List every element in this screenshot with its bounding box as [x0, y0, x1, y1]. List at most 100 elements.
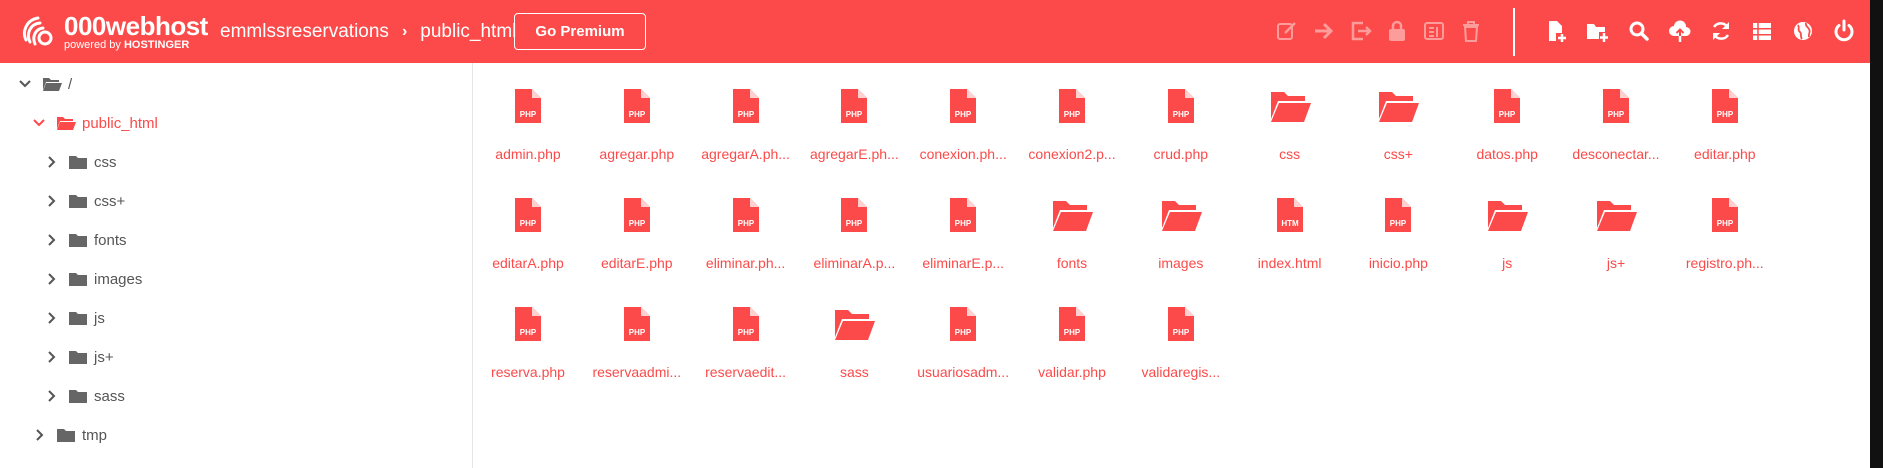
- file-item[interactable]: PHP reserva.php: [474, 281, 582, 380]
- folder-item[interactable]: sass: [800, 281, 908, 380]
- file-item[interactable]: PHP validar.php: [1018, 281, 1126, 380]
- tree-item-images[interactable]: images: [44, 266, 142, 292]
- tree-root[interactable]: /: [18, 71, 72, 97]
- chevron-right-icon[interactable]: [44, 350, 58, 364]
- upload-icon[interactable]: [1667, 18, 1693, 44]
- refresh-icon[interactable]: [1708, 18, 1734, 44]
- chevron-right-icon[interactable]: [44, 155, 58, 169]
- folder-item[interactable]: js: [1453, 172, 1561, 271]
- file-item[interactable]: PHP admin.php: [474, 63, 582, 162]
- file-item[interactable]: HTM index.html: [1236, 172, 1344, 271]
- php-file-icon: PHP: [732, 307, 759, 341]
- file-name: admin.php: [495, 146, 561, 162]
- tree-item-sass[interactable]: sass: [44, 383, 125, 409]
- tree-item-css[interactable]: css: [44, 149, 117, 175]
- chevron-right-icon[interactable]: [44, 194, 58, 208]
- file-name: conexion2.p...: [1028, 146, 1116, 162]
- file-item[interactable]: PHP eliminar.ph...: [692, 172, 800, 271]
- file-name: eliminarA.p...: [813, 255, 896, 271]
- search-icon[interactable]: [1626, 18, 1652, 44]
- chevron-right-icon[interactable]: [44, 233, 58, 247]
- archive-icon[interactable]: [1421, 18, 1447, 44]
- tree-item-public-html[interactable]: public_html: [32, 110, 158, 136]
- file-item[interactable]: PHP crud.php: [1127, 63, 1235, 162]
- folder-icon: [57, 429, 75, 442]
- chevron-right-icon[interactable]: [44, 311, 58, 325]
- file-type-badge: PHP: [1390, 219, 1407, 228]
- php-file-icon: PHP: [515, 198, 541, 232]
- file-name: js+: [1606, 255, 1626, 271]
- file-type-badge: PHP: [1499, 110, 1516, 119]
- new-folder-icon[interactable]: [1584, 18, 1610, 44]
- file-name: validaregis...: [1141, 364, 1221, 380]
- tree-item-css-plus[interactable]: css+: [44, 188, 125, 214]
- file-item[interactable]: PHP agregarA.ph...: [692, 63, 800, 162]
- file-name: crud.php: [1153, 146, 1209, 162]
- rename-icon[interactable]: [1274, 18, 1300, 44]
- file-item[interactable]: PHP eliminarE.p...: [909, 172, 1017, 271]
- breadcrumb-folder[interactable]: public_html: [420, 21, 516, 43]
- file-name: agregarE.ph...: [810, 146, 899, 162]
- tree-item-tmp[interactable]: tmp: [32, 422, 107, 448]
- chevron-down-icon[interactable]: [32, 116, 46, 130]
- tree-item-label: js+: [94, 348, 114, 366]
- file-item[interactable]: PHP desconectar...: [1562, 63, 1670, 162]
- file-type-badge: PHP: [520, 328, 537, 337]
- tree-item-label: css+: [94, 192, 126, 210]
- file-item[interactable]: PHP validaregis...: [1127, 281, 1235, 380]
- file-item[interactable]: PHP registro.ph...: [1671, 172, 1779, 271]
- tree-item-js-plus[interactable]: js+: [44, 344, 114, 370]
- file-item[interactable]: PHP eliminarA.p...: [800, 172, 908, 271]
- tree-item-label: fonts: [94, 231, 127, 249]
- chevron-down-icon[interactable]: [18, 77, 32, 91]
- file-name: editar.php: [1694, 146, 1756, 162]
- file-item[interactable]: PHP editarA.php: [474, 172, 582, 271]
- delete-icon[interactable]: [1458, 18, 1484, 44]
- new-file-icon[interactable]: [1543, 18, 1569, 44]
- file-type-badge: PHP: [737, 328, 754, 337]
- folder-item[interactable]: fonts: [1018, 172, 1126, 271]
- export-icon[interactable]: [1348, 18, 1374, 44]
- file-name: agregarA.ph...: [701, 146, 790, 162]
- tree-item-js[interactable]: js: [44, 305, 105, 331]
- file-item[interactable]: PHP reservaadmi...: [583, 281, 691, 380]
- file-item[interactable]: PHP conexion2.p...: [1018, 63, 1126, 162]
- php-file-icon: PHP: [515, 89, 541, 123]
- move-icon[interactable]: [1311, 18, 1337, 44]
- php-file-icon: PHP: [732, 198, 759, 232]
- file-item[interactable]: PHP agregarE.ph...: [800, 63, 908, 162]
- chevron-right-icon: ›: [401, 23, 408, 40]
- lock-icon[interactable]: [1384, 18, 1410, 44]
- file-item[interactable]: PHP datos.php: [1453, 63, 1561, 162]
- php-file-icon: PHP: [841, 89, 868, 123]
- file-item[interactable]: PHP conexion.ph...: [909, 63, 1017, 162]
- file-item[interactable]: PHP inicio.php: [1344, 172, 1452, 271]
- file-item[interactable]: PHP usuariosadm...: [909, 281, 1017, 380]
- folder-open-icon: [1488, 201, 1529, 231]
- chevron-right-icon[interactable]: [44, 272, 58, 286]
- php-file-icon: PHP: [950, 307, 977, 341]
- file-item[interactable]: PHP reservaedit...: [692, 281, 800, 380]
- file-type-badge: PHP: [1173, 328, 1190, 337]
- tree-item-fonts[interactable]: fonts: [44, 227, 127, 253]
- chevron-right-icon[interactable]: [32, 428, 46, 442]
- file-item[interactable]: PHP editar.php: [1671, 63, 1779, 162]
- folder-tree: / public_html css css+ fonts images js j…: [0, 63, 473, 468]
- brand-logo[interactable]: 000webhost powered by HOSTINGER: [18, 12, 208, 52]
- chevron-right-icon[interactable]: [44, 389, 58, 403]
- php-file-icon: PHP: [1167, 307, 1194, 341]
- file-item[interactable]: PHP agregar.php: [583, 63, 691, 162]
- globe-icon[interactable]: [1790, 18, 1816, 44]
- html-file-icon: HTM: [1276, 198, 1303, 232]
- breadcrumb-site[interactable]: emmlssreservations: [220, 21, 389, 43]
- folder-item[interactable]: css+: [1344, 63, 1452, 162]
- folder-item[interactable]: css: [1236, 63, 1344, 162]
- folder-item[interactable]: images: [1127, 172, 1235, 271]
- power-icon[interactable]: [1831, 18, 1857, 44]
- file-item[interactable]: PHP editarE.php: [583, 172, 691, 271]
- list-view-icon[interactable]: [1749, 18, 1775, 44]
- tree-item-label: css: [94, 153, 117, 171]
- go-premium-button[interactable]: Go Premium: [514, 13, 646, 50]
- toolbar-divider: [1513, 8, 1515, 56]
- folder-item[interactable]: js+: [1562, 172, 1670, 271]
